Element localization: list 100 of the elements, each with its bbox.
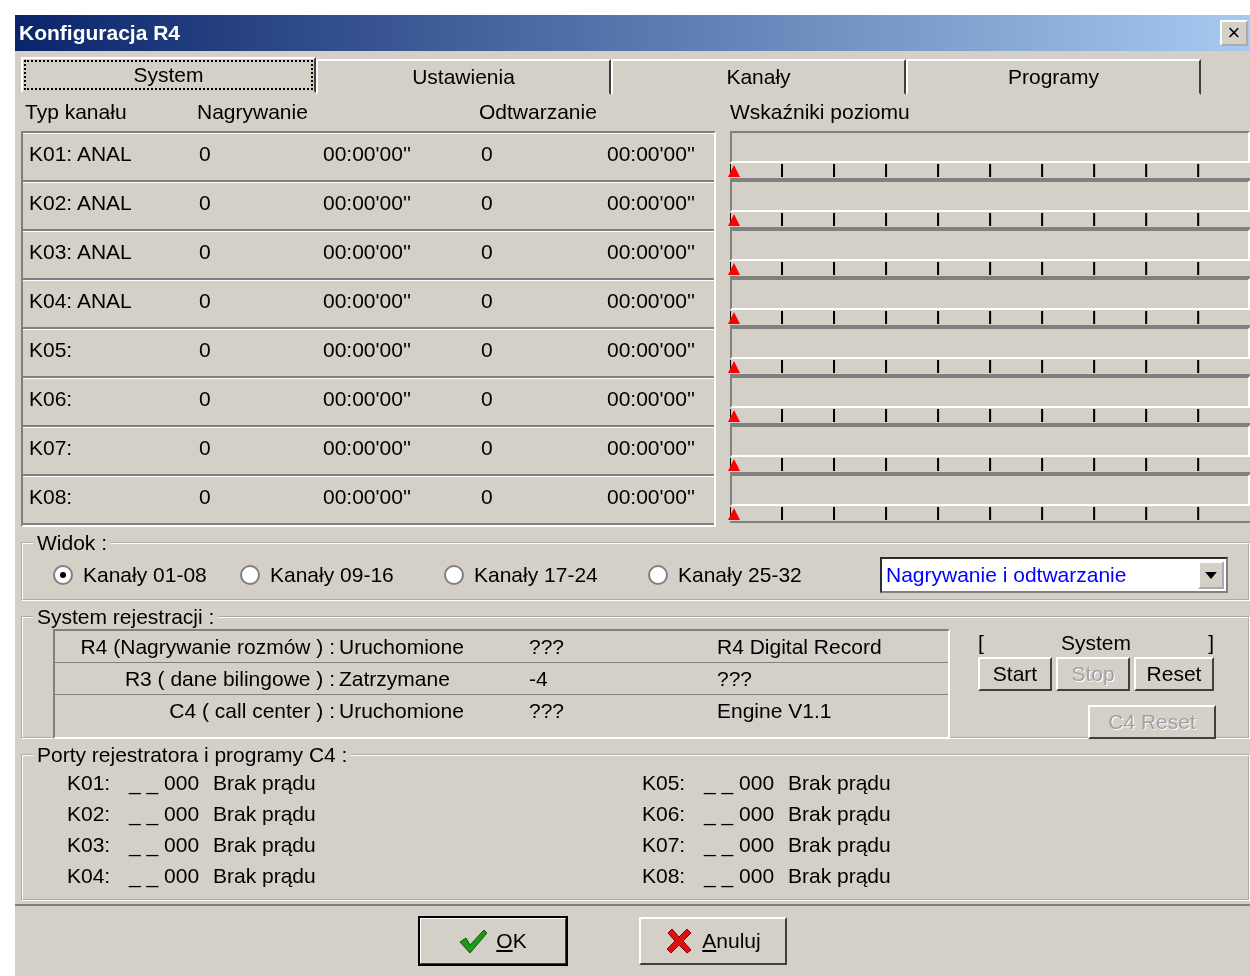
tab[interactable]: Kanały bbox=[611, 59, 906, 95]
system-button[interactable]: Start bbox=[978, 657, 1052, 691]
channel-name: K04: ANAL bbox=[29, 289, 132, 313]
table-cell: 0 bbox=[481, 338, 493, 362]
port-name: K05: bbox=[642, 770, 687, 795]
channel-name: K06: bbox=[29, 387, 73, 411]
level-pointer-icon bbox=[728, 361, 740, 373]
table-cell-text: Uruchomione bbox=[339, 698, 465, 723]
mode-dropdown[interactable]: Nagrywanie i odtwarzanie bbox=[880, 557, 1228, 593]
group-title: System rejestracji : bbox=[36, 605, 216, 629]
bracket-text: [ bbox=[978, 631, 984, 655]
port-code: _ _ 000 bbox=[129, 832, 201, 857]
port-code: _ _ 000 bbox=[129, 801, 201, 826]
table-cell: 0 bbox=[199, 338, 211, 362]
port-name: K04: bbox=[67, 863, 112, 888]
table-cell: 0 bbox=[481, 485, 493, 509]
port-status: Brak prądu bbox=[788, 863, 891, 888]
table-cell: 00:00'00'' bbox=[607, 387, 695, 411]
system-button[interactable]: Reset bbox=[1134, 657, 1214, 691]
radio-option[interactable]: Kanały 25-32 bbox=[648, 563, 850, 587]
column-header: Nagrywanie bbox=[197, 100, 308, 124]
table-cell: 0 bbox=[481, 240, 493, 264]
table-cell: 00:00'00'' bbox=[323, 436, 411, 460]
port-name: K01: bbox=[67, 770, 112, 795]
section-label: Wskaźniki poziomu bbox=[730, 100, 910, 124]
table-cell: 00:00'00'' bbox=[607, 485, 695, 509]
table-cell: 00:00'00'' bbox=[607, 191, 695, 215]
table-cell: 0 bbox=[199, 142, 211, 166]
channel-name: K05: bbox=[29, 338, 73, 362]
port-status: Brak prądu bbox=[788, 770, 891, 795]
table-cell-text: R4 (Nagrywanie rozmów ) : bbox=[79, 634, 335, 659]
level-pointer-icon bbox=[728, 410, 740, 422]
port-name: K06: bbox=[642, 801, 687, 826]
table-cell: R4 Digital Record bbox=[717, 634, 882, 659]
table-cell-text: ??? bbox=[529, 634, 566, 659]
port-code: _ _ 000 bbox=[704, 801, 776, 826]
port-status: Brak prądu bbox=[213, 832, 316, 857]
table-cell: 00:00'00'' bbox=[323, 142, 411, 166]
table-cell: 0 bbox=[481, 387, 493, 411]
table-cell: 0 bbox=[481, 142, 493, 166]
table-cell: 00:00'00'' bbox=[607, 142, 695, 166]
bracket-text: ] bbox=[1208, 631, 1214, 655]
port-name: K08: bbox=[642, 863, 687, 888]
level-pointer-icon bbox=[728, 263, 740, 275]
port-name: K03: bbox=[67, 832, 112, 857]
table-cell: 00:00'00'' bbox=[607, 436, 695, 460]
port-status: Brak prądu bbox=[788, 801, 891, 826]
table-cell-text: Zatrzymane bbox=[339, 666, 451, 691]
port-status: Brak prądu bbox=[213, 863, 316, 888]
port-code: _ _ 000 bbox=[129, 770, 201, 795]
close-button[interactable]: × bbox=[1220, 20, 1248, 46]
port-code: _ _ 000 bbox=[704, 832, 776, 857]
section-label: System bbox=[1061, 631, 1131, 655]
level-pointer-icon bbox=[728, 312, 740, 324]
level-pointer-icon bbox=[728, 508, 740, 520]
table-cell: Engine V1.1 bbox=[717, 698, 832, 723]
table-cell: 00:00'00'' bbox=[607, 289, 695, 313]
group-title: Porty rejestratora i programy C4 : bbox=[36, 743, 349, 767]
radio-option[interactable]: Kanały 09-16 bbox=[240, 563, 442, 587]
table-cell-text: C4 ( call center ) : bbox=[168, 698, 335, 723]
table-cell: 00:00'00'' bbox=[323, 191, 411, 215]
table-cell: 0 bbox=[481, 191, 493, 215]
table-cell: 0 bbox=[199, 387, 211, 411]
channel-name: K01: ANAL bbox=[29, 142, 132, 166]
table-cell: 00:00'00'' bbox=[323, 289, 411, 313]
tab[interactable]: System bbox=[21, 57, 316, 93]
table-cell: 0 bbox=[199, 289, 211, 313]
table-cell: 00:00'00'' bbox=[323, 338, 411, 362]
table-cell: 00:00'00'' bbox=[323, 485, 411, 509]
table-cell: 0 bbox=[481, 289, 493, 313]
port-status: Brak prądu bbox=[788, 832, 891, 857]
channel-name: K07: bbox=[29, 436, 73, 460]
column-header: Typ kanału bbox=[25, 100, 127, 124]
cancel-button[interactable]: Anuluj bbox=[638, 917, 787, 965]
table-cell: 00:00'00'' bbox=[323, 240, 411, 264]
port-code: _ _ 000 bbox=[704, 770, 776, 795]
table-cell: 00:00'00'' bbox=[607, 240, 695, 264]
radio-option[interactable]: Kanały 01-08 bbox=[53, 563, 238, 587]
tab[interactable]: Programy bbox=[906, 59, 1201, 95]
table-cell: 0 bbox=[481, 436, 493, 460]
port-status: Brak prądu bbox=[213, 801, 316, 826]
table-cell: 0 bbox=[199, 240, 211, 264]
table-cell: 00:00'00'' bbox=[323, 387, 411, 411]
level-pointer-icon bbox=[728, 459, 740, 471]
tab[interactable]: Ustawienia bbox=[316, 59, 611, 95]
channel-name: K08: bbox=[29, 485, 73, 509]
table-cell-text: Uruchomione bbox=[339, 634, 465, 659]
table-cell-text: ??? bbox=[529, 698, 566, 723]
port-name: K02: bbox=[67, 801, 112, 826]
table-cell: 0 bbox=[199, 191, 211, 215]
port-name: K07: bbox=[642, 832, 687, 857]
checkmark-icon bbox=[458, 928, 489, 954]
radio-option[interactable]: Kanały 17-24 bbox=[444, 563, 646, 587]
ok-button[interactable]: OK bbox=[418, 917, 567, 965]
channel-name: K02: ANAL bbox=[29, 191, 132, 215]
group-title: Widok : bbox=[36, 531, 108, 555]
level-pointer-icon bbox=[728, 165, 740, 177]
column-header: Odtwarzanie bbox=[479, 100, 597, 124]
table-cell-text: -4 bbox=[529, 666, 549, 691]
level-pointer-icon bbox=[728, 214, 740, 226]
